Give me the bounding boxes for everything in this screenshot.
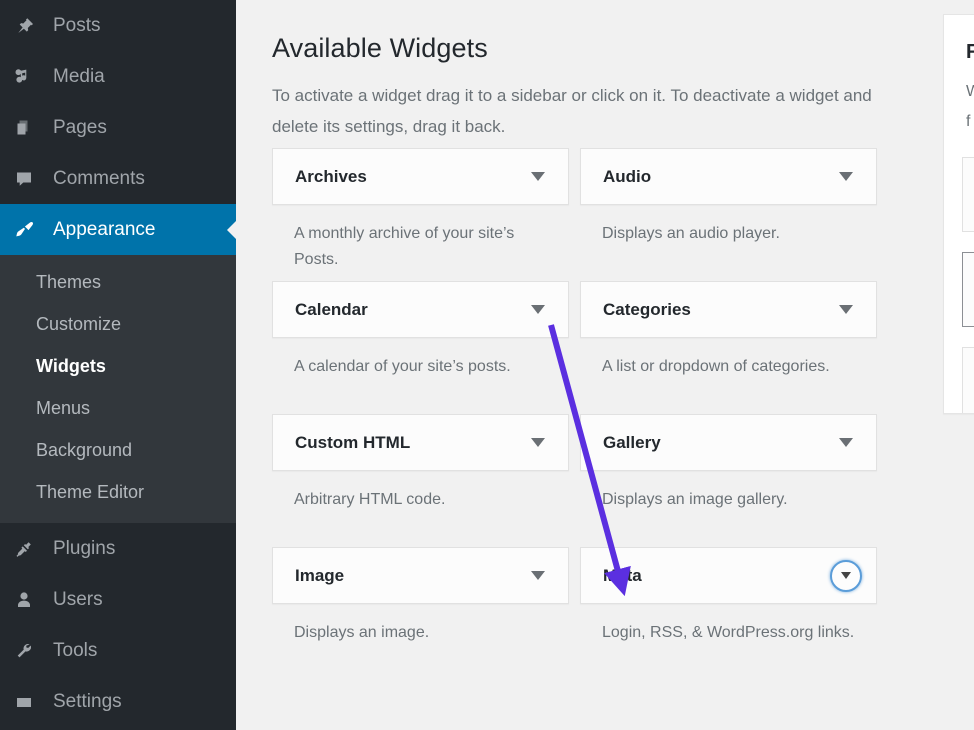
pin-icon: [14, 14, 44, 38]
widget-card-gallery[interactable]: Gallery: [580, 414, 877, 471]
chevron-down-icon[interactable]: [522, 560, 554, 592]
page-title: Available Widgets: [272, 33, 488, 64]
submenu-item-menus[interactable]: Menus: [0, 387, 236, 429]
sidebar-item-plugins[interactable]: Plugins: [0, 523, 236, 574]
sidebar-item-label: Media: [44, 66, 105, 88]
widget-description: Displays an audio player.: [580, 205, 877, 281]
sidebar-item-posts[interactable]: Posts: [0, 0, 236, 51]
widget-description: Login, RSS, & WordPress.org links.: [580, 604, 877, 680]
chevron-down-icon[interactable]: [830, 161, 862, 193]
chevron-down-icon[interactable]: [522, 427, 554, 459]
widget-description: Displays an image gallery.: [580, 471, 877, 547]
widget-description: Displays an image.: [272, 604, 569, 680]
sidebar-item-tools[interactable]: Tools: [0, 625, 236, 676]
user-icon: [14, 588, 44, 612]
widget-cell: Archives A monthly archive of your site’…: [272, 148, 569, 281]
chevron-down-icon[interactable]: [522, 161, 554, 193]
widget-card-calendar[interactable]: Calendar: [272, 281, 569, 338]
chevron-down-icon[interactable]: [522, 294, 554, 326]
submenu-item-theme-editor[interactable]: Theme Editor: [0, 471, 236, 513]
submenu-item-background[interactable]: Background: [0, 429, 236, 471]
widget-cell: Gallery Displays an image gallery.: [580, 414, 877, 547]
sidebar-item-appearance[interactable]: Appearance: [0, 204, 236, 255]
sidebar-item-pages[interactable]: Pages: [0, 102, 236, 153]
widget-card-custom-html[interactable]: Custom HTML: [272, 414, 569, 471]
widget-card-meta[interactable]: Meta: [580, 547, 877, 604]
submenu-item-themes[interactable]: Themes: [0, 261, 236, 303]
widget-cell: Audio Displays an audio player.: [580, 148, 877, 281]
widget-cell: Custom HTML Arbitrary HTML code.: [272, 414, 569, 547]
chevron-down-icon[interactable]: [830, 427, 862, 459]
submenu-item-widgets[interactable]: Widgets: [0, 345, 236, 387]
sidebars-panel-title: F: [966, 41, 974, 64]
sidebar-item-label: Tools: [44, 640, 97, 662]
sidebar-item-label: Pages: [44, 117, 107, 139]
theme-sidebars-panel: F W f: [943, 14, 974, 414]
widget-title: Image: [295, 566, 522, 586]
gear-icon: [14, 690, 44, 714]
sidebar-item-label: Comments: [44, 168, 145, 190]
sidebar-item-label: Posts: [44, 15, 101, 37]
widget-description: A monthly archive of your site’s Posts.: [272, 205, 569, 281]
widget-title: Audio: [603, 167, 830, 187]
widget-description: A list or dropdown of categories.: [580, 338, 877, 414]
pages-icon: [14, 116, 44, 140]
sidebar-item-label: Settings: [44, 691, 122, 713]
widget-cell: Image Displays an image.: [272, 547, 569, 680]
widget-title: Custom HTML: [295, 433, 522, 453]
widget-card-audio[interactable]: Audio: [580, 148, 877, 205]
sidebar-item-media[interactable]: Media: [0, 51, 236, 102]
sidebars-panel-description: W f: [966, 77, 974, 137]
sidebar-item-users[interactable]: Users: [0, 574, 236, 625]
appearance-submenu: Themes Customize Widgets Menus Backgroun…: [0, 255, 236, 523]
screen: Posts Media Pages: [0, 0, 974, 730]
widget-card-archives[interactable]: Archives: [272, 148, 569, 205]
sidebar-item-settings[interactable]: Settings: [0, 676, 236, 727]
widget-title: Meta: [603, 566, 830, 586]
chevron-down-icon[interactable]: [830, 560, 862, 592]
widget-cell: Categories A list or dropdown of categor…: [580, 281, 877, 414]
comment-icon: [14, 167, 44, 191]
media-icon: [14, 65, 44, 89]
widget-card-categories[interactable]: Categories: [580, 281, 877, 338]
widget-title: Archives: [295, 167, 522, 187]
sidebar-dropzone[interactable]: [962, 252, 974, 327]
main-content: Available Widgets To activate a widget d…: [236, 0, 974, 730]
sidebar-item-comments[interactable]: Comments: [0, 153, 236, 204]
page-description: To activate a widget drag it to a sideba…: [272, 80, 872, 142]
sidebar-item-label: Users: [44, 589, 103, 611]
sidebar-item-label: Appearance: [44, 219, 155, 241]
widget-cell: Calendar A calendar of your site’s posts…: [272, 281, 569, 414]
admin-sidebar: Posts Media Pages: [0, 0, 236, 730]
brush-icon: [14, 218, 44, 242]
sidebar-item-label: Plugins: [44, 538, 115, 560]
submenu-item-customize[interactable]: Customize: [0, 303, 236, 345]
plug-icon: [14, 537, 44, 561]
widget-title: Calendar: [295, 300, 522, 320]
widget-title: Categories: [603, 300, 830, 320]
widget-cell: Meta Login, RSS, & WordPress.org links.: [580, 547, 877, 680]
widget-card-image[interactable]: Image: [272, 547, 569, 604]
widget-description: Arbitrary HTML code.: [272, 471, 569, 547]
wrench-icon: [14, 639, 44, 663]
available-widgets-grid: Archives A monthly archive of your site’…: [272, 148, 916, 680]
sidebar-dropzone[interactable]: [962, 347, 974, 414]
widget-description: A calendar of your site’s posts.: [272, 338, 569, 414]
chevron-down-icon[interactable]: [830, 294, 862, 326]
widget-title: Gallery: [603, 433, 830, 453]
sidebar-dropzone[interactable]: [962, 157, 974, 232]
